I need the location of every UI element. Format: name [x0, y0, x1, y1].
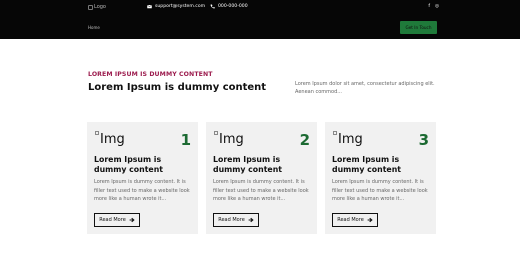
logo-alt-text: Logo [94, 4, 106, 10]
card-image: Img [214, 130, 244, 149]
email-contact[interactable]: support@system.com [147, 4, 205, 9]
card-title: Lorem Ipsum is dummy content [94, 155, 163, 174]
top-header: Logo support@system.com 000-000-000 f ◎ … [0, 0, 520, 39]
logo[interactable]: Logo [88, 4, 106, 10]
card-text: Lorem Ipsum is dummy content. It is fill… [332, 179, 428, 202]
get-in-touch-button[interactable]: Get In Touch [400, 21, 437, 34]
instagram-icon[interactable]: ◎ [435, 4, 439, 9]
card-image: Img [333, 130, 363, 149]
read-more-button[interactable]: Read More [332, 213, 378, 227]
section-title: Lorem Ipsum is dummy content [88, 82, 267, 93]
broken-image-icon [333, 131, 337, 135]
card-image: Img [95, 130, 125, 149]
card-image-alt: Img [219, 132, 244, 147]
arrow-right-icon [129, 217, 135, 223]
facebook-icon[interactable]: f [428, 4, 430, 9]
broken-image-icon [88, 4, 93, 10]
read-more-button[interactable]: Read More [94, 213, 140, 227]
section-eyebrow: LOREM IPSUM IS DUMMY CONTENT [88, 71, 213, 78]
read-more-button[interactable]: Read More [213, 213, 259, 227]
phone-icon [210, 4, 215, 9]
social-links: f ◎ [428, 4, 439, 9]
read-more-label: Read More [99, 217, 126, 223]
card-image-alt: Img [338, 132, 363, 147]
mail-icon [147, 4, 152, 9]
email-text: support@system.com [155, 4, 206, 9]
feature-card-2: Img 2 Lorem Ipsum is dummy content Lorem… [206, 122, 317, 234]
card-text: Lorem Ipsum is dummy content. It is fill… [94, 179, 190, 202]
card-number: 1 [180, 131, 191, 149]
card-image-alt: Img [100, 132, 125, 147]
card-title: Lorem Ipsum is dummy content [332, 155, 401, 174]
feature-card-1: Img 1 Lorem Ipsum is dummy content Lorem… [87, 122, 198, 234]
feature-card-3: Img 3 Lorem Ipsum is dummy content Lorem… [325, 122, 436, 234]
phone-text: 000-000-000 [218, 4, 248, 9]
card-number: 2 [299, 131, 310, 149]
card-title: Lorem Ipsum is dummy content [213, 155, 282, 174]
card-text: Lorem Ipsum is dummy content. It is fill… [213, 179, 309, 202]
section-description: Lorem Ipsum dolor sit amet, consectetur … [295, 81, 435, 95]
nav-home-link[interactable]: Home [88, 25, 100, 30]
read-more-label: Read More [218, 217, 245, 223]
arrow-right-icon [248, 217, 254, 223]
phone-contact[interactable]: 000-000-000 [210, 4, 248, 9]
read-more-label: Read More [337, 217, 364, 223]
broken-image-icon [95, 131, 99, 135]
arrow-right-icon [367, 217, 373, 223]
card-number: 3 [418, 131, 429, 149]
broken-image-icon [214, 131, 218, 135]
